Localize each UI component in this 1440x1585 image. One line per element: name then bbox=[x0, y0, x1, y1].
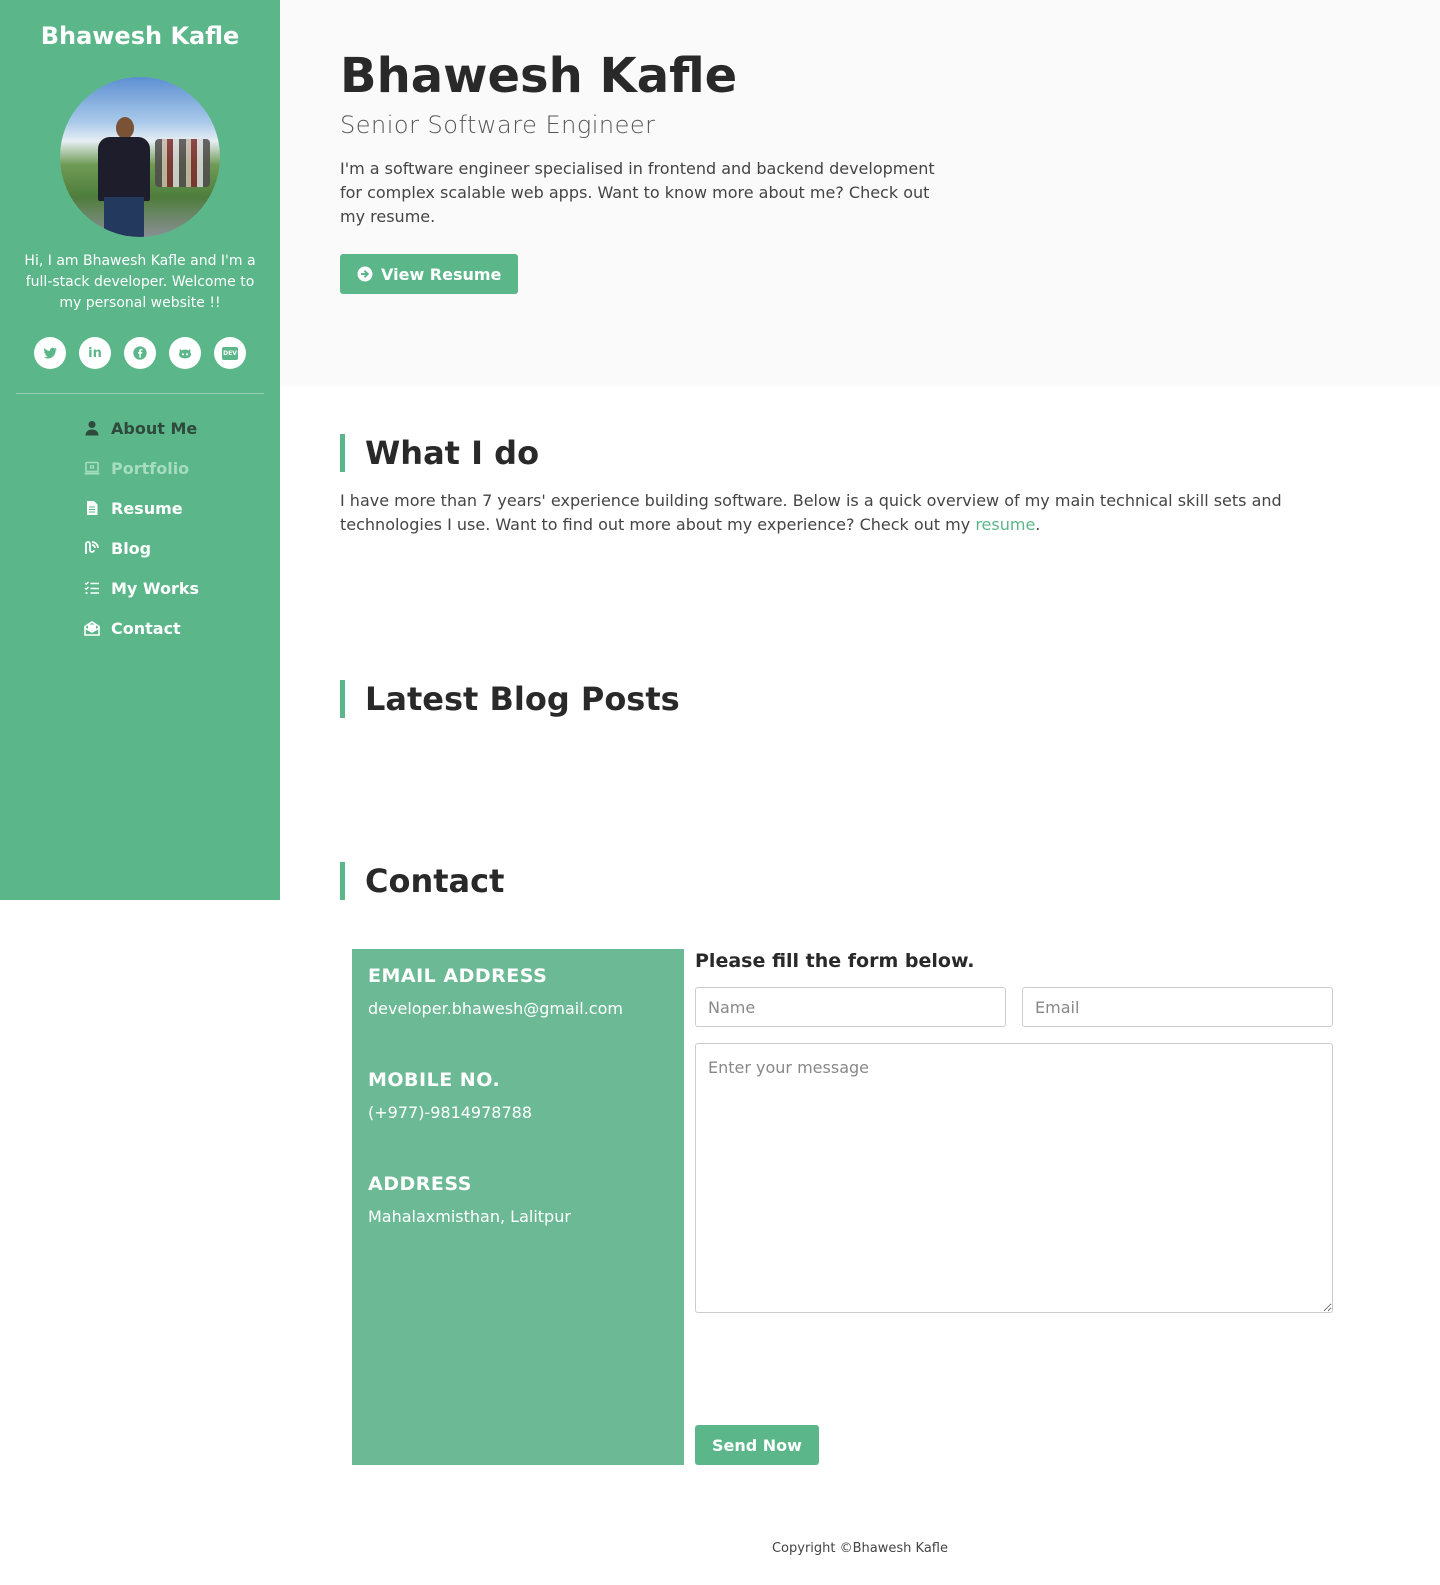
sidebar-item-label: My Works bbox=[111, 578, 200, 598]
name-field[interactable] bbox=[695, 987, 1006, 1027]
mobile-value[interactable]: (+977)-9814978788 bbox=[368, 1103, 668, 1122]
view-resume-button[interactable]: View Resume bbox=[340, 254, 519, 294]
dev-link[interactable]: DEV bbox=[214, 337, 246, 369]
user-icon bbox=[83, 419, 101, 437]
contact-title: Contact bbox=[340, 862, 1340, 900]
facebook-link[interactable] bbox=[124, 337, 156, 369]
twitter-link[interactable] bbox=[34, 337, 66, 369]
sidebar-item-label: Contact bbox=[111, 618, 181, 638]
github-link[interactable] bbox=[169, 337, 201, 369]
contact-info-box: EMAIL ADDRESS developer.bhawesh@gmail.co… bbox=[352, 949, 684, 1465]
sidebar-item-portfolio[interactable]: Portfolio bbox=[83, 448, 280, 488]
sidebar-item-label: Resume bbox=[111, 498, 183, 518]
sidebar-item-contact[interactable]: Contact bbox=[83, 608, 280, 648]
address-value: Mahalaxmisthan, Lalitpur bbox=[368, 1207, 571, 1226]
footer-copyright: Copyright ©Bhawesh Kafle bbox=[771, 1541, 948, 1556]
arrow-circle-right-icon bbox=[357, 266, 373, 282]
address-label: ADDRESS bbox=[368, 1173, 472, 1195]
send-now-button[interactable]: Send Now bbox=[695, 1425, 819, 1465]
what-i-do-section: What I do I have more than 7 years' expe… bbox=[340, 434, 1340, 537]
hero-section: Bhawesh Kafle Senior Software Engineer I… bbox=[280, 0, 1440, 386]
sidebar-name[interactable]: Bhawesh Kafle bbox=[0, 0, 280, 62]
sidebar-item-label: About Me bbox=[111, 418, 198, 438]
sidebar-item-label: Portfolio bbox=[111, 458, 190, 478]
mobile-label: MOBILE NO. bbox=[368, 1069, 501, 1091]
hero-bio: I'm a software engineer specialised in f… bbox=[340, 159, 935, 226]
sidebar-nav: About Me Portfolio Resume Blog My Works … bbox=[0, 408, 280, 648]
linkedin-icon: in bbox=[88, 345, 102, 361]
sidebar-item-my-works[interactable]: My Works bbox=[83, 568, 280, 608]
form-heading: Please fill the form below. bbox=[695, 950, 975, 972]
social-links: in DEV bbox=[0, 337, 280, 369]
twitter-icon bbox=[43, 347, 57, 359]
github-icon bbox=[179, 349, 191, 359]
hero-name: Bhawesh Kafle bbox=[340, 48, 738, 104]
contact-section: Contact bbox=[340, 862, 1340, 900]
sidebar-intro: Hi, I am Bhawesh Kafle and I'm a full-st… bbox=[24, 253, 256, 311]
contact-form: Please fill the form below. Send Now bbox=[695, 949, 1333, 1465]
facebook-icon bbox=[133, 346, 147, 360]
message-field[interactable] bbox=[695, 1043, 1333, 1313]
list-check-icon bbox=[83, 579, 101, 597]
dev-icon: DEV bbox=[222, 346, 238, 360]
hero-role: Senior Software Engineer bbox=[340, 111, 656, 139]
view-resume-label: View Resume bbox=[381, 264, 502, 284]
email-value[interactable]: developer.bhawesh@gmail.com bbox=[368, 999, 668, 1018]
email-field[interactable] bbox=[1022, 987, 1333, 1027]
blog-icon bbox=[83, 539, 101, 557]
sidebar-divider bbox=[16, 393, 264, 394]
what-i-do-title: What I do bbox=[340, 434, 1340, 472]
what-i-do-text: I have more than 7 years' experience bui… bbox=[340, 491, 1282, 534]
envelope-open-icon bbox=[83, 619, 101, 637]
sidebar-item-about-me[interactable]: About Me bbox=[83, 408, 280, 448]
sidebar-item-blog[interactable]: Blog bbox=[83, 528, 280, 568]
sidebar-item-resume[interactable]: Resume bbox=[83, 488, 280, 528]
linkedin-link[interactable]: in bbox=[79, 337, 111, 369]
blog-title: Latest Blog Posts bbox=[340, 680, 1340, 718]
blog-section: Latest Blog Posts bbox=[340, 680, 1340, 718]
sidebar-item-label: Blog bbox=[111, 538, 152, 558]
sidebar: Bhawesh Kafle Hi, I am Bhawesh Kafle and… bbox=[0, 0, 280, 900]
resume-link[interactable]: resume bbox=[975, 515, 1035, 534]
file-icon bbox=[83, 499, 101, 517]
email-label: EMAIL ADDRESS bbox=[368, 965, 548, 987]
avatar bbox=[60, 77, 220, 237]
laptop-icon bbox=[83, 459, 101, 477]
